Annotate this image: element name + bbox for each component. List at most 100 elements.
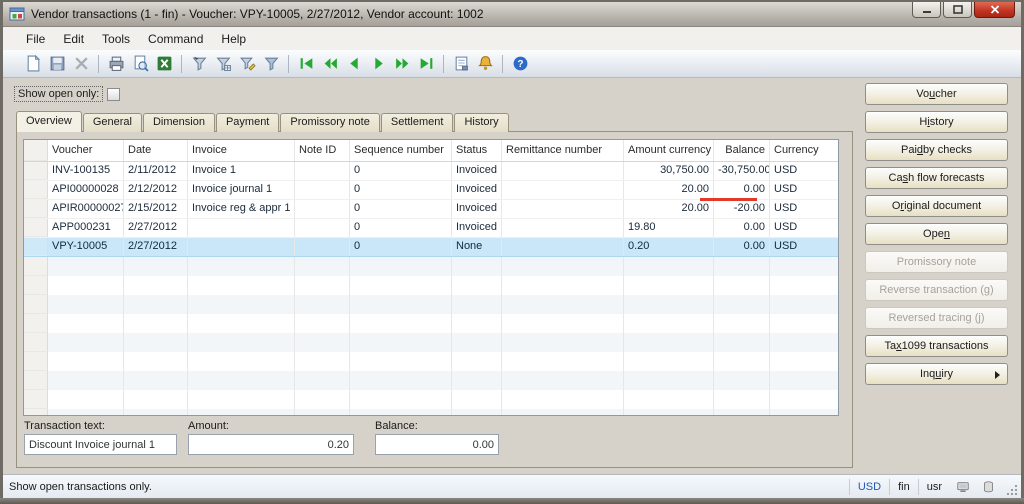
close-button[interactable] bbox=[974, 2, 1015, 18]
row-selector[interactable] bbox=[24, 200, 48, 218]
cell-date: 2/12/2012 bbox=[124, 181, 188, 199]
window-title: Vendor transactions (1 - fin) - Voucher:… bbox=[31, 7, 484, 21]
cell-invoice: Invoice journal 1 bbox=[188, 181, 295, 199]
cell-status: Invoiced bbox=[452, 162, 502, 180]
row-selector[interactable] bbox=[24, 162, 48, 180]
col-header-date[interactable]: Date bbox=[124, 140, 188, 161]
tab-overview[interactable]: Overview bbox=[16, 111, 82, 132]
menu-edit[interactable]: Edit bbox=[54, 30, 93, 48]
menu-file[interactable]: File bbox=[17, 30, 54, 48]
window-border bbox=[0, 0, 3, 504]
tab-payment[interactable]: Payment bbox=[215, 113, 280, 132]
menu-command[interactable]: Command bbox=[139, 30, 212, 48]
resize-grip[interactable] bbox=[1005, 483, 1019, 497]
cell-voucher: API00000028 bbox=[48, 181, 124, 199]
last-record-icon[interactable] bbox=[415, 53, 437, 75]
balance-field[interactable] bbox=[375, 434, 499, 455]
paid-by-checks-button[interactable]: Pai d by checks bbox=[865, 139, 1008, 161]
toolbar-separator bbox=[181, 54, 182, 73]
print-icon[interactable] bbox=[105, 53, 127, 75]
cell-balance: -20.00 bbox=[714, 200, 770, 218]
next-group-icon[interactable] bbox=[391, 53, 413, 75]
amount-field[interactable] bbox=[188, 434, 354, 455]
cell-remittance-number bbox=[502, 219, 624, 237]
advanced-filter-icon[interactable] bbox=[236, 53, 258, 75]
menu-help[interactable]: Help bbox=[212, 30, 255, 48]
voucher-button[interactable]: Vo u cher bbox=[865, 83, 1008, 105]
row-selector-header bbox=[24, 140, 48, 161]
cell-invoice bbox=[188, 238, 295, 256]
row-selector[interactable] bbox=[24, 238, 48, 256]
col-header-balance[interactable]: Balance bbox=[714, 140, 770, 161]
cell-date: 2/15/2012 bbox=[124, 200, 188, 218]
tab-dimension[interactable]: Dimension bbox=[142, 113, 215, 132]
toolbar-separator bbox=[98, 54, 99, 73]
new-icon[interactable] bbox=[22, 53, 44, 75]
col-header-status[interactable]: Status bbox=[452, 140, 502, 161]
col-header-remittance-number[interactable]: Remittance number bbox=[502, 140, 624, 161]
inquiry-button-label: Inquiry bbox=[919, 368, 954, 380]
cell-note-id bbox=[295, 238, 350, 256]
row-selector[interactable] bbox=[24, 181, 48, 199]
empty-grid-row bbox=[24, 314, 838, 333]
remove-filter-icon[interactable] bbox=[260, 53, 282, 75]
transaction-text-field[interactable] bbox=[24, 434, 177, 455]
tab-settlement[interactable]: Settlement bbox=[380, 113, 454, 132]
save-icon[interactable] bbox=[46, 53, 68, 75]
cell-sequence-number: 0 bbox=[350, 181, 452, 199]
next-record-icon[interactable] bbox=[367, 53, 389, 75]
amount-label: Amount: bbox=[188, 420, 229, 432]
transactions-grid: Voucher Date Invoice Note ID Sequence nu… bbox=[23, 139, 839, 416]
cell-sequence-number: 0 bbox=[350, 238, 452, 256]
tab-general[interactable]: General bbox=[82, 113, 142, 132]
open-button[interactable]: Ope n bbox=[865, 223, 1008, 245]
menu-tools[interactable]: Tools bbox=[93, 30, 139, 48]
row-selector[interactable] bbox=[24, 219, 48, 237]
col-header-invoice[interactable]: Invoice bbox=[188, 140, 295, 161]
table-row[interactable]: APP000231 2/27/2012 0 Invoiced 19.80 0.0… bbox=[24, 219, 838, 238]
minimize-button[interactable] bbox=[912, 2, 941, 18]
export-to-excel-icon[interactable] bbox=[153, 53, 175, 75]
table-row[interactable]: INV-100135 2/11/2012 Invoice 1 0 Invoice… bbox=[24, 162, 838, 181]
cell-remittance-number bbox=[502, 181, 624, 199]
tax-1099-transactions-button[interactable]: Ta x 1099 transactions bbox=[865, 335, 1008, 357]
tab-history[interactable]: History bbox=[454, 113, 509, 132]
filter-by-grid-icon[interactable] bbox=[212, 53, 234, 75]
original-document-button[interactable]: Or iginal document bbox=[865, 195, 1008, 217]
empty-grid-row bbox=[24, 390, 838, 409]
previous-group-icon[interactable] bbox=[319, 53, 341, 75]
col-header-currency[interactable]: Currency bbox=[770, 140, 838, 161]
cell-voucher: INV-100135 bbox=[48, 162, 124, 180]
document-handling-icon[interactable] bbox=[450, 53, 472, 75]
menubar: File Edit Tools Command Help bbox=[3, 27, 1021, 50]
cell-note-id bbox=[295, 181, 350, 199]
table-row[interactable]: API00000028 2/12/2012 Invoice journal 1 … bbox=[24, 181, 838, 201]
show-open-only-checkbox[interactable] bbox=[107, 87, 121, 101]
cell-note-id bbox=[295, 162, 350, 180]
col-header-note-id[interactable]: Note ID bbox=[295, 140, 350, 161]
first-record-icon[interactable] bbox=[295, 53, 317, 75]
maximize-button[interactable] bbox=[943, 2, 972, 18]
table-row[interactable]: APIR00000027 2/15/2012 Invoice reg & app… bbox=[24, 200, 838, 219]
tabstrip: Overview General Dimension Payment Promi… bbox=[16, 111, 510, 132]
table-row-selected[interactable]: VPY-10005 2/27/2012 0 None 0.20 0.00 USD bbox=[24, 238, 838, 257]
col-header-voucher[interactable]: Voucher bbox=[48, 140, 124, 161]
filter-by-selection-icon[interactable] bbox=[188, 53, 210, 75]
cell-currency: USD bbox=[774, 164, 798, 176]
cash-flow-forecasts-button[interactable]: Ca s h flow forecasts bbox=[865, 167, 1008, 189]
col-header-amount-currency[interactable]: Amount currency bbox=[624, 140, 714, 161]
inquiry-button[interactable]: Inquiry bbox=[865, 363, 1008, 385]
col-header-sequence-number[interactable]: Sequence number bbox=[350, 140, 452, 161]
alert-icon[interactable] bbox=[474, 53, 496, 75]
help-icon[interactable]: ? bbox=[509, 53, 531, 75]
cell-remittance-number bbox=[502, 238, 624, 256]
promissory-note-button: Promissory note bbox=[865, 251, 1008, 273]
history-button[interactable]: Hi story bbox=[865, 111, 1008, 133]
titlebar: Vendor transactions (1 - fin) - Voucher:… bbox=[3, 2, 1021, 27]
show-open-only-label[interactable]: Show open only: bbox=[14, 86, 104, 102]
cell-date: 2/11/2012 bbox=[124, 162, 188, 180]
previous-record-icon[interactable] bbox=[343, 53, 365, 75]
print-preview-icon[interactable] bbox=[129, 53, 151, 75]
tab-promissory-note[interactable]: Promissory note bbox=[280, 113, 380, 132]
delete-icon[interactable] bbox=[70, 53, 92, 75]
